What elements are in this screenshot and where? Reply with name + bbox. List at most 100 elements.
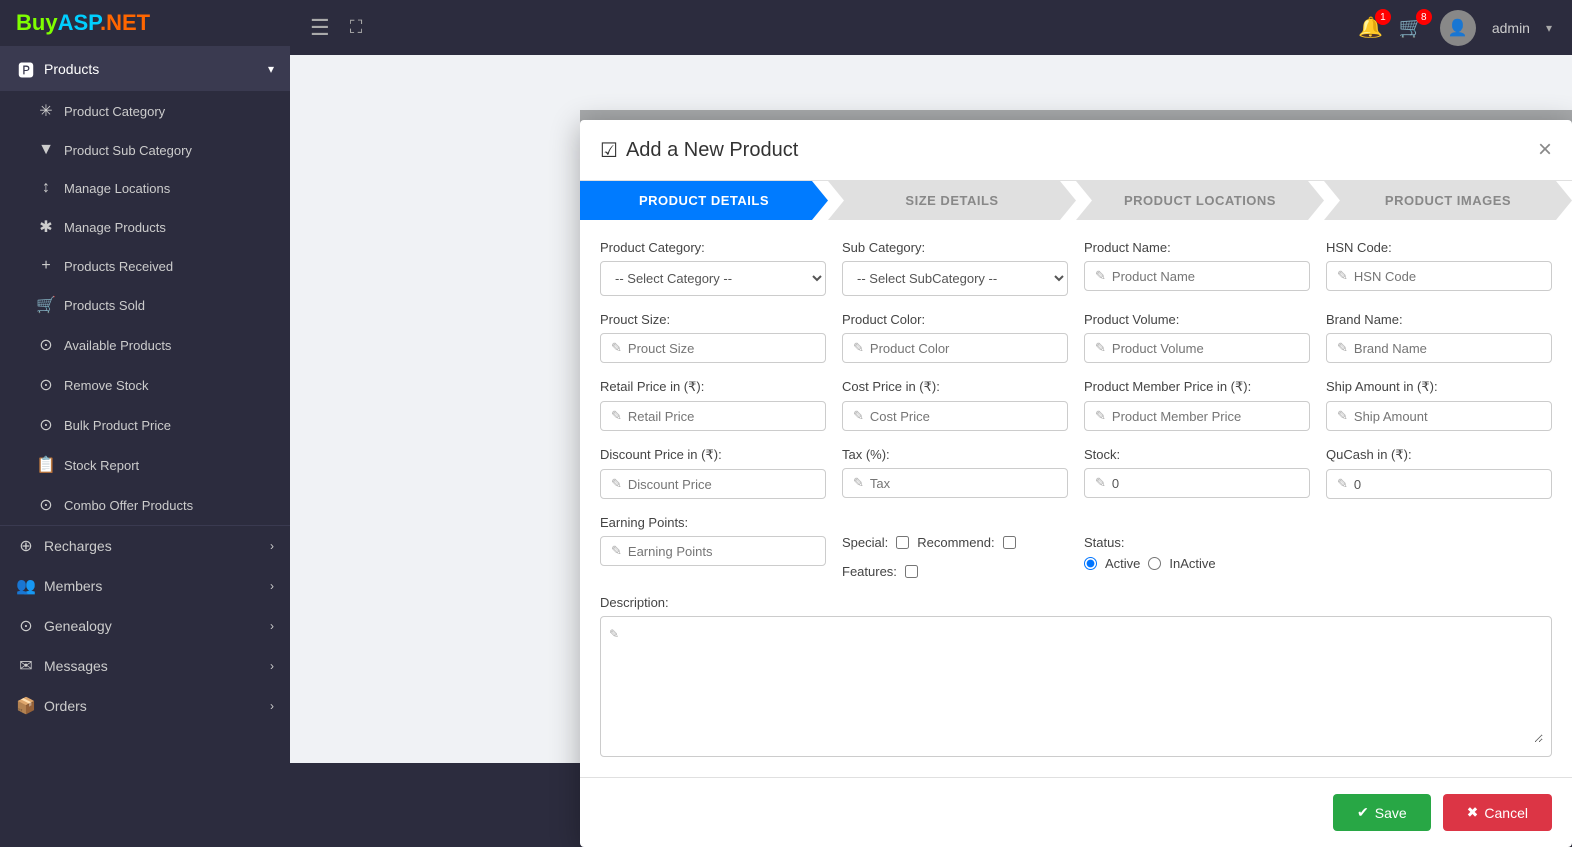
wizard-step-product-details-label: PRODUCT DETAILS: [639, 193, 769, 208]
special-checkbox[interactable]: [896, 536, 909, 549]
retail-price-group: Retail Price in (₹): ✎: [600, 379, 826, 431]
product-volume-input[interactable]: [1112, 341, 1299, 356]
cost-price-input[interactable]: [870, 409, 1057, 424]
sub-category-select[interactable]: -- Select SubCategory --: [842, 261, 1068, 296]
product-name-label: Product Name:: [1084, 240, 1310, 255]
form-row-4: Discount Price in (₹): ✎ Tax (%): ✎: [600, 447, 1552, 499]
cart-button[interactable]: 🛒 8: [1399, 15, 1424, 40]
qucash-label: QuCash in (₹):: [1326, 447, 1552, 463]
product-color-input[interactable]: [870, 341, 1057, 356]
wizard-step-product-locations[interactable]: PRODUCT LOCATIONS: [1076, 181, 1324, 220]
products-received-icon: +: [36, 257, 56, 275]
discount-price-edit-icon: ✎: [611, 476, 622, 492]
sidebar-item-products-label: Products: [44, 61, 99, 77]
ship-amount-input[interactable]: [1354, 409, 1541, 424]
sidebar-item-product-category[interactable]: ✳ Product Category: [0, 91, 290, 131]
sidebar-item-genealogy[interactable]: ⊙ Genealogy ›: [0, 606, 290, 646]
stock-input-group: ✎: [1084, 468, 1310, 498]
tax-input[interactable]: [870, 476, 1057, 491]
sidebar-item-messages-label: Messages: [44, 658, 108, 674]
qucash-group: QuCash in (₹): ✎: [1326, 447, 1552, 499]
sidebar-item-products-received[interactable]: + Products Received: [0, 247, 290, 285]
discount-price-input[interactable]: [628, 477, 815, 492]
sidebar-item-manage-products[interactable]: ✱ Manage Products: [0, 207, 290, 247]
stock-input[interactable]: [1112, 476, 1299, 491]
sidebar-item-remove-stock-label: Remove Stock: [64, 378, 149, 393]
sidebar-item-manage-products-label: Manage Products: [64, 220, 166, 235]
product-color-group: Product Color: ✎: [842, 312, 1068, 363]
cancel-button[interactable]: ✖ Cancel: [1443, 794, 1552, 831]
inactive-radio[interactable]: [1148, 557, 1161, 570]
hamburger-icon[interactable]: ☰: [310, 15, 330, 41]
product-size-group: Prouct Size: ✎: [600, 312, 826, 363]
products-icon: 🅿: [16, 57, 36, 81]
stock-report-icon: 📋: [36, 455, 56, 475]
product-size-input[interactable]: [628, 341, 815, 356]
sidebar-item-stock-report[interactable]: 📋 Stock Report: [0, 445, 290, 485]
sidebar-item-product-sub-category[interactable]: ▼ Product Sub Category: [0, 131, 290, 169]
retail-price-edit-icon: ✎: [611, 408, 622, 424]
sidebar-item-products-sold[interactable]: 🛒 Products Sold: [0, 285, 290, 325]
fullscreen-icon[interactable]: ⛶: [350, 17, 363, 38]
avatar[interactable]: 👤: [1440, 10, 1476, 46]
earning-points-input[interactable]: [628, 544, 815, 559]
features-checkbox[interactable]: [905, 565, 918, 578]
orders-icon: 📦: [16, 696, 36, 716]
combo-offer-icon: ⊙: [36, 495, 56, 515]
wizard-step-product-images[interactable]: PRODUCT IMAGES: [1324, 181, 1572, 220]
sidebar-item-orders[interactable]: 📦 Orders ›: [0, 686, 290, 726]
active-radio[interactable]: [1084, 557, 1097, 570]
product-size-label: Prouct Size:: [600, 312, 826, 327]
sidebar-item-members-label: Members: [44, 578, 102, 594]
hsn-code-edit-icon: ✎: [1337, 268, 1348, 284]
product-size-input-group: ✎: [600, 333, 826, 363]
admin-label[interactable]: admin: [1492, 20, 1530, 36]
product-name-input[interactable]: [1112, 269, 1299, 284]
description-textarea[interactable]: [609, 643, 1543, 743]
recharges-chevron-icon: ›: [270, 539, 274, 553]
wizard-step-product-details[interactable]: PRODUCT DETAILS: [580, 181, 828, 220]
description-edit-icon: ✎: [609, 627, 619, 641]
brand-net: .NET: [100, 10, 150, 35]
sidebar-item-remove-stock[interactable]: ⊙ Remove Stock: [0, 365, 290, 405]
product-size-edit-icon: ✎: [611, 340, 622, 356]
member-price-input[interactable]: [1112, 409, 1299, 424]
sidebar-item-members[interactable]: 👥 Members ›: [0, 566, 290, 606]
product-volume-label: Product Volume:: [1084, 312, 1310, 327]
sidebar-item-manage-locations[interactable]: ↕ Manage Locations: [0, 169, 290, 207]
stock-group: Stock: ✎: [1084, 447, 1310, 499]
hsn-code-label: HSN Code:: [1326, 240, 1552, 255]
qucash-input[interactable]: [1354, 477, 1541, 492]
navbar-icons: 🔔 1 🛒 8 👤 admin ▾: [1358, 10, 1552, 46]
notification-button[interactable]: 🔔 1: [1358, 15, 1383, 40]
modal-close-button[interactable]: ×: [1538, 136, 1552, 164]
product-name-edit-icon: ✎: [1095, 268, 1106, 284]
sidebar-item-bulk-product-price[interactable]: ⊙ Bulk Product Price: [0, 405, 290, 445]
product-sub-category-icon: ▼: [36, 141, 56, 159]
brand-name-label: Brand Name:: [1326, 312, 1552, 327]
member-price-input-group: ✎: [1084, 401, 1310, 431]
retail-price-input[interactable]: [628, 409, 815, 424]
member-price-label: Product Member Price in (₹):: [1084, 379, 1310, 395]
product-category-select[interactable]: -- Select Category --: [600, 261, 826, 296]
brand-name-input[interactable]: [1354, 341, 1541, 356]
form-row-5: Earning Points: ✎ Special: Recommend:: [600, 515, 1552, 579]
sidebar-item-combo-offer-products[interactable]: ⊙ Combo Offer Products: [0, 485, 290, 525]
earning-points-label: Earning Points:: [600, 515, 826, 530]
sub-category-label: Sub Category:: [842, 240, 1068, 255]
cost-price-label: Cost Price in (₹):: [842, 379, 1068, 395]
save-button[interactable]: ✔ Save: [1333, 794, 1431, 831]
sidebar-item-available-products-label: Available Products: [64, 338, 171, 353]
sidebar-item-products[interactable]: 🅿 Products ▾: [0, 47, 290, 91]
recommend-label: Recommend:: [917, 535, 994, 550]
hsn-code-input[interactable]: [1354, 269, 1541, 284]
recommend-checkbox[interactable]: [1003, 536, 1016, 549]
sidebar-item-messages[interactable]: ✉ Messages ›: [0, 646, 290, 686]
product-volume-edit-icon: ✎: [1095, 340, 1106, 356]
remove-stock-icon: ⊙: [36, 375, 56, 395]
sidebar-item-recharges[interactable]: ⊕ Recharges ›: [0, 526, 290, 566]
wizard-step-size-details[interactable]: SIZE DETAILS: [828, 181, 1076, 220]
sidebar-item-available-products[interactable]: ⊙ Available Products: [0, 325, 290, 365]
stock-edit-icon: ✎: [1095, 475, 1106, 491]
save-label: Save: [1375, 805, 1407, 821]
